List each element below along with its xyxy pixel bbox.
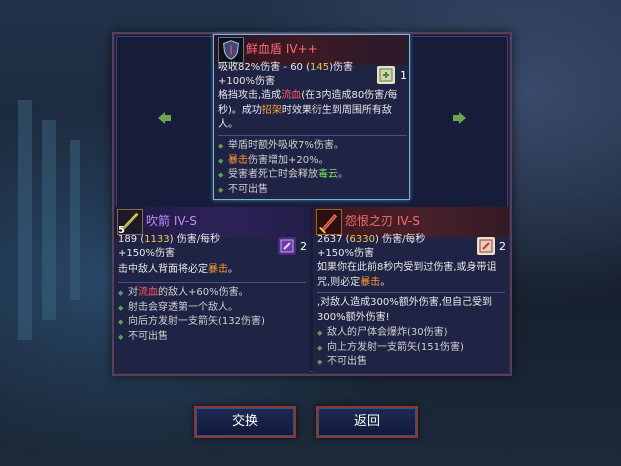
swap-button[interactable]: 交换 — [194, 406, 296, 438]
affix-list: 举盾时额外吸收7%伤害。 暴击伤害增加+20%。 受害者死亡时会释放毒云。 不可… — [218, 139, 348, 197]
curse-description: ,对敌人造成300%额外伤害,但自己受到 300%额外伤害! — [317, 297, 492, 323]
damage-bonus: +100%伤害 — [218, 76, 275, 87]
background-decoration — [70, 140, 80, 300]
scroll-count: 2 — [300, 240, 307, 253]
next-arrow-icon[interactable] — [452, 111, 466, 125]
damage-absorb-stat: 吸收82%伤害 - 60 (145)伤害 — [218, 62, 353, 73]
affix-item: 敌人的尸体会爆炸(30伤害) — [317, 326, 464, 341]
affix-item: 向上方发射一支箭矢(151伤害) — [317, 341, 464, 356]
item-name: 鲜血盾 IV++ — [246, 42, 318, 56]
scroll-icon — [377, 66, 395, 84]
affix-item: 向后方发射一支箭矢(132伤害) — [118, 315, 265, 330]
affix-list: 对流血的敌人+60%伤害。 射击会穿透第一个敌人。 向后方发射一支箭矢(132伤… — [118, 286, 265, 344]
background-decoration — [18, 100, 32, 340]
divider — [118, 282, 306, 283]
dps-stat: 2637 (6330) 伤害/每秒 — [317, 234, 426, 245]
affix-item: 射击会穿透第一个敌人。 — [118, 301, 265, 316]
right-item-card[interactable]: 怨恨之刃 IV-S 2637 (6330) 伤害/每秒 +150%伤害 2 如果… — [313, 207, 509, 373]
affix-item: 举盾时额外吸收7%伤害。 — [218, 139, 348, 154]
affix-item: 受害者死亡时会释放毒云。 — [218, 168, 348, 183]
affix-item: 不可出售 — [317, 355, 464, 370]
back-button[interactable]: 返回 — [316, 406, 418, 438]
affix-item: 不可出售 — [118, 330, 265, 345]
divider — [317, 292, 505, 293]
scroll-count: 2 — [499, 240, 506, 253]
scroll-count: 1 — [400, 69, 407, 82]
scroll-icon — [278, 237, 296, 255]
affix-item: 暴击伤害增加+20%。 — [218, 154, 348, 169]
item-description: 击中敌人背面将必定暴击。 — [118, 264, 238, 275]
blood-shield-icon — [218, 37, 244, 63]
damage-bonus: +150%伤害 — [317, 248, 374, 259]
affix-list: 敌人的尸体会爆炸(30伤害) 向上方发射一支箭矢(151伤害) 不可出售 — [317, 326, 464, 370]
dps-stat: 189 (1133) 伤害/每秒 — [118, 234, 221, 245]
affix-item: 不可出售 — [218, 183, 348, 198]
item-name: 怨恨之刃 IV-S — [345, 214, 420, 228]
blade-icon — [316, 209, 342, 235]
left-item-card[interactable]: 5 吹箭 IV-S 189 (1133) 伤害/每秒 +150%伤害 2 击中敌… — [114, 207, 310, 373]
item-description: 如果你在此前8秒内受到过伤害,或身带诅 咒,则必定暴击。 — [317, 262, 497, 288]
affix-item: 对流血的敌人+60%伤害。 — [118, 286, 265, 301]
scroll-icon — [477, 237, 495, 255]
previous-arrow-icon[interactable] — [158, 111, 172, 125]
damage-bonus: +150%伤害 — [118, 248, 175, 259]
item-name: 吹箭 IV-S — [146, 214, 197, 228]
current-item-card[interactable]: 鲜血盾 IV++ 吸收82%伤害 - 60 (145)伤害 +100%伤害 1 … — [213, 34, 410, 200]
item-description: 格挡攻击,造成流血(在3内造成80伤害/每 秒)。成功招架时效果衍生到周围所有敌… — [218, 90, 398, 130]
background-decoration — [42, 120, 56, 320]
divider — [218, 135, 407, 136]
